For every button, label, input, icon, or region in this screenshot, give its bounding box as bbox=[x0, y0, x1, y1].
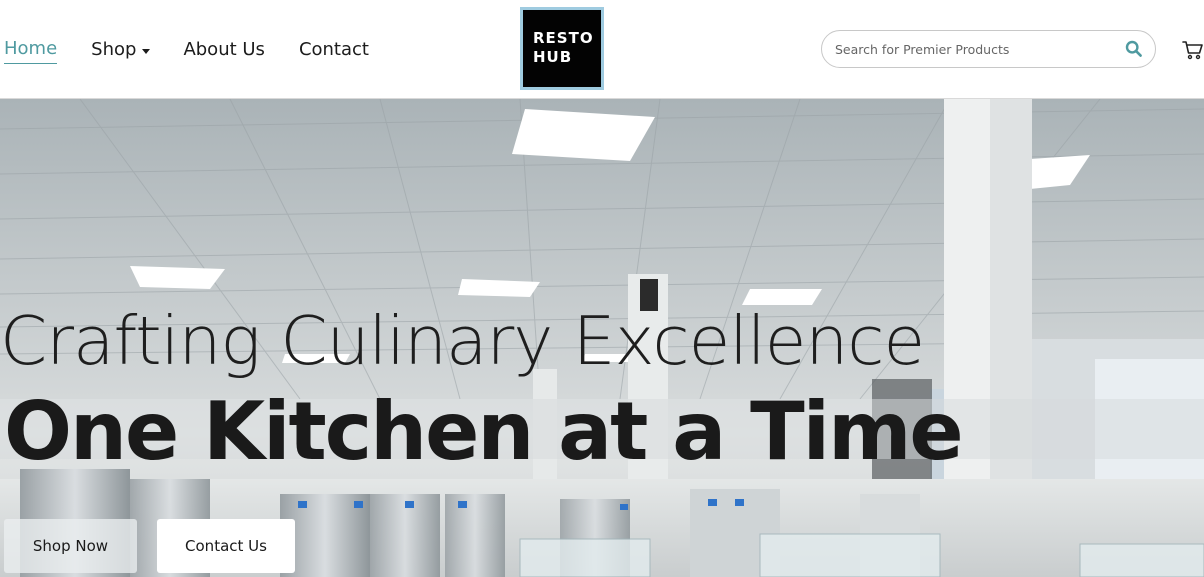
nav-shop-label: Shop bbox=[91, 39, 137, 60]
logo-text: RESTO HUB bbox=[533, 29, 594, 67]
logo-line-2: HUB bbox=[533, 48, 573, 66]
nav-about-link[interactable]: About Us bbox=[183, 37, 265, 63]
search-input[interactable] bbox=[833, 31, 1113, 67]
hero-heading-line-2: One Kitchen at a Time bbox=[4, 385, 964, 478]
site-header: Home Shop About Us Contact RESTO HUB bbox=[0, 0, 1204, 99]
site-logo[interactable]: RESTO HUB bbox=[520, 7, 604, 90]
contact-us-button[interactable]: Contact Us bbox=[157, 519, 295, 573]
logo-line-1: RESTO bbox=[533, 29, 594, 47]
cart-icon[interactable] bbox=[1182, 39, 1204, 61]
shop-now-button[interactable]: Shop Now bbox=[4, 519, 137, 573]
nav-contact-link[interactable]: Contact bbox=[299, 37, 369, 63]
nav-home-link[interactable]: Home bbox=[4, 36, 58, 64]
search-bar bbox=[821, 30, 1156, 68]
search-icon[interactable] bbox=[1125, 40, 1143, 58]
main-nav: Home Shop About Us Contact bbox=[4, 36, 369, 64]
nav-shop-dropdown[interactable]: Shop bbox=[91, 37, 151, 63]
hero-section: Crafting Culinary Excellence One Kitchen… bbox=[0, 99, 1204, 577]
hero-heading-line-1: Crafting Culinary Excellence bbox=[0, 302, 925, 380]
caret-down-icon bbox=[142, 48, 151, 54]
